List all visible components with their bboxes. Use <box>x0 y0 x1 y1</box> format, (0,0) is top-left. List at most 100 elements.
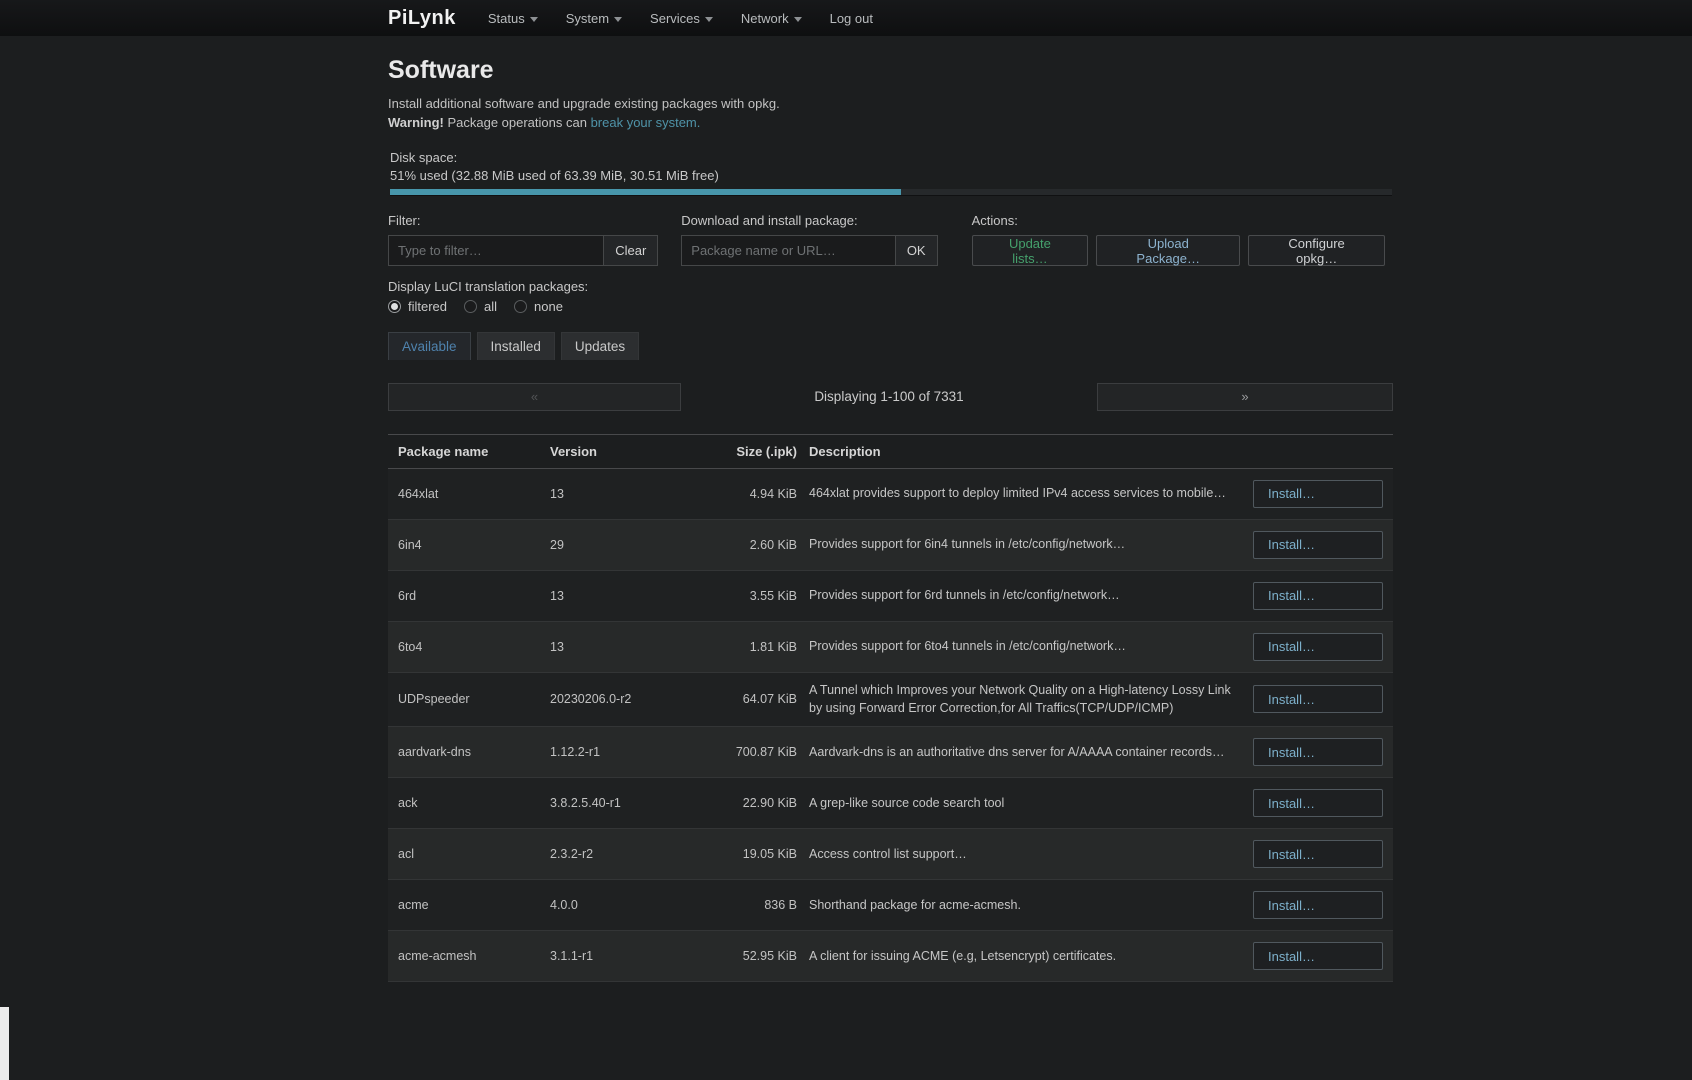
package-description: A Tunnel which Improves your Network Qua… <box>809 681 1241 719</box>
tab-installed[interactable]: Installed <box>477 332 555 360</box>
package-version: 20230206.0-r2 <box>550 692 700 706</box>
install-button[interactable]: Install… <box>1253 840 1383 868</box>
disk-progressbar <box>390 189 1392 196</box>
filter-label: Filter: <box>388 213 658 228</box>
page-corner-artifact <box>0 1007 9 1080</box>
package-size: 52.95 KiB <box>712 949 797 963</box>
install-button[interactable]: Install… <box>1253 738 1383 766</box>
package-size: 700.87 KiB <box>712 745 797 759</box>
chevron-down-icon <box>705 17 713 22</box>
package-name: 6to4 <box>398 640 538 654</box>
nav-item-status[interactable]: Status <box>488 11 538 26</box>
install-button[interactable]: Install… <box>1253 942 1383 970</box>
install-button[interactable]: Install… <box>1253 891 1383 919</box>
package-version: 2.3.2-r2 <box>550 847 700 861</box>
package-tabs: AvailableInstalledUpdates <box>388 332 1393 360</box>
ok-button[interactable]: OK <box>895 236 937 265</box>
table-row: acme4.0.0836 BShorthand package for acme… <box>388 880 1393 931</box>
package-description: Aardvark-dns is an authoritative dns ser… <box>809 743 1241 762</box>
break-your-system-link[interactable]: break your system. <box>591 115 701 130</box>
actions-group: Actions: Update lists…Upload Package…Con… <box>972 213 1393 266</box>
install-cell: Install… <box>1253 685 1383 713</box>
package-description: Access control list support… <box>809 845 1241 864</box>
package-description: A client for issuing ACME (e.g, Letsencr… <box>809 947 1241 966</box>
table-header-row: Package nameVersionSize (.ipk)Descriptio… <box>388 434 1393 469</box>
nav-item-log-out[interactable]: Log out <box>830 11 873 26</box>
configure-opkg-button[interactable]: Configure opkg… <box>1248 235 1385 266</box>
install-button[interactable]: Install… <box>1253 582 1383 610</box>
package-url-input[interactable] <box>682 236 895 265</box>
disk-space-label: Disk space: <box>390 150 1393 165</box>
disk-usage-text: 51% used (32.88 MiB used of 63.39 MiB, 3… <box>390 168 1393 183</box>
nav-item-system[interactable]: System <box>566 11 622 26</box>
package-name: ack <box>398 796 538 810</box>
radio-label: filtered <box>408 299 447 314</box>
package-size: 22.90 KiB <box>712 796 797 810</box>
disk-space-section: Disk space: 51% used (32.88 MiB used of … <box>388 150 1393 196</box>
page-title: Software <box>388 56 1393 85</box>
controls-row: Filter: Clear Download and install packa… <box>388 213 1393 266</box>
table-row: acme-acmesh 3.1.1-r1 52.95 KiB A client for… <box>388 931 1393 982</box>
radio-circle-icon <box>514 300 527 313</box>
radio-filtered[interactable]: filtered <box>388 299 447 314</box>
install-cell: Install… <box>1253 840 1383 868</box>
table-body: 464xlat 13 4.94 KiB 464xlat provides suppor… <box>388 469 1393 983</box>
install-cell: Install… <box>1253 582 1383 610</box>
filter-input[interactable] <box>389 236 603 265</box>
package-name: aardvark-dns <box>398 745 538 759</box>
nav-item-network[interactable]: Network <box>741 11 802 26</box>
install-button[interactable]: Install… <box>1253 789 1383 817</box>
package-version: 1.12.2-r1 <box>550 745 700 759</box>
brand-logo[interactable]: PiLynk <box>388 7 456 30</box>
main-content: Software Install additional software and… <box>388 36 1393 982</box>
translation-label: Display LuCI translation packages: <box>388 279 1393 294</box>
package-size: 19.05 KiB <box>712 847 797 861</box>
next-page-button[interactable]: » <box>1097 383 1393 411</box>
nav-item-services[interactable]: Services <box>650 11 713 26</box>
tab-updates[interactable]: Updates <box>561 332 639 360</box>
prev-page-button[interactable]: « <box>388 383 681 411</box>
package-size: 4.94 KiB <box>712 487 797 501</box>
download-label: Download and install package: <box>681 213 937 228</box>
install-button[interactable]: Install… <box>1253 480 1383 508</box>
pagination-status: Displaying 1-100 of 7331 <box>681 389 1097 404</box>
package-name: 6rd <box>398 589 538 603</box>
package-size: 64.07 KiB <box>712 692 797 706</box>
package-version: 3.1.1-r1 <box>550 949 700 963</box>
translation-section: Display LuCI translation packages: filte… <box>388 279 1393 314</box>
clear-button[interactable]: Clear <box>603 236 657 265</box>
column-header-description: Description <box>809 444 1241 459</box>
nav-item-label: System <box>566 11 609 26</box>
radio-none[interactable]: none <box>514 299 563 314</box>
package-description: Provides support for 6in4 tunnels in /et… <box>809 535 1241 554</box>
package-name: 464xlat <box>398 487 538 501</box>
column-header-version: Version <box>550 444 700 459</box>
package-version: 13 <box>550 589 700 603</box>
pagination-bar: « Displaying 1-100 of 7331 » <box>388 383 1393 411</box>
table-row: 464xlat134.94 KiB464xlat provides suppor… <box>388 469 1393 520</box>
chevron-down-icon <box>794 17 802 22</box>
install-cell: Install… <box>1253 738 1383 766</box>
upload-package-button[interactable]: Upload Package… <box>1096 235 1240 266</box>
package-description: Provides support for 6rd tunnels in /etc… <box>809 586 1241 605</box>
table-row: ack3.8.2.5.40-r122.90 KiBA grep-like sou… <box>388 778 1393 829</box>
package-size: 3.55 KiB <box>712 589 797 603</box>
nav-item-label: Network <box>741 11 789 26</box>
disk-progress-fill <box>390 189 901 195</box>
package-version: 13 <box>550 640 700 654</box>
table-row: acl2.3.2-r219.05 KiBAccess control list … <box>388 829 1393 880</box>
column-header-package-name: Package name <box>398 444 538 459</box>
package-name: acme-acmesh <box>398 949 538 963</box>
filter-group: Filter: Clear <box>388 213 658 266</box>
warning-line: Warning! Package operations can break yo… <box>388 114 1393 133</box>
update-lists-button[interactable]: Update lists… <box>972 235 1089 266</box>
tab-available[interactable]: Available <box>388 332 471 360</box>
install-button[interactable]: Install… <box>1253 685 1383 713</box>
radio-all[interactable]: all <box>464 299 497 314</box>
package-description: 464xlat provides support to deploy limit… <box>809 484 1241 503</box>
package-name: 6in4 <box>398 538 538 552</box>
package-size: 1.81 KiB <box>712 640 797 654</box>
table-row: 6to4131.81 KiBProvides support for 6to4 … <box>388 622 1393 673</box>
install-button[interactable]: Install… <box>1253 531 1383 559</box>
install-button[interactable]: Install… <box>1253 633 1383 661</box>
